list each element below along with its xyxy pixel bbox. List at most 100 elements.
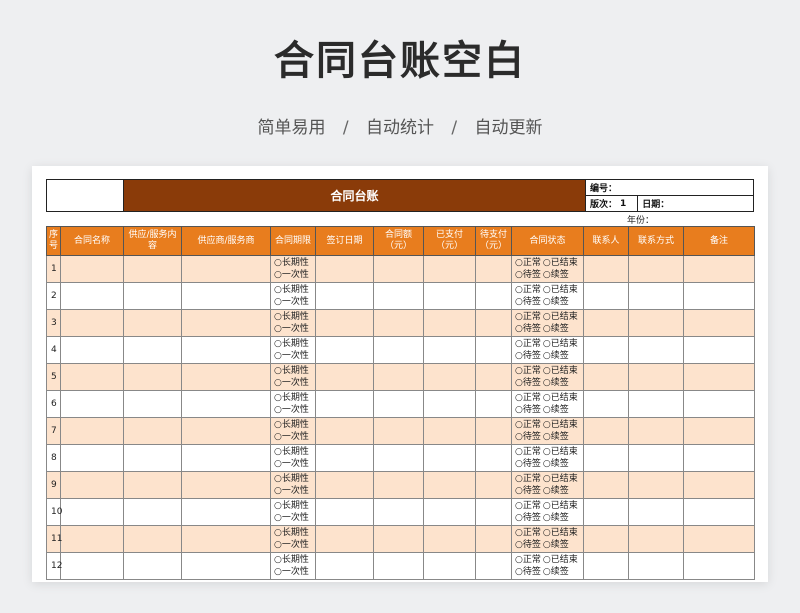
status-option[interactable]: ○待签 xyxy=(515,297,541,307)
status-option[interactable]: ○已结束 xyxy=(543,366,578,376)
status-option[interactable]: ○续签 xyxy=(543,459,569,469)
term-options-cell[interactable]: ○长期性 ○一次性 xyxy=(270,336,316,364)
data-cell[interactable] xyxy=(475,417,512,445)
status-option[interactable]: ○待签 xyxy=(515,405,541,415)
data-cell[interactable] xyxy=(181,525,271,553)
data-cell[interactable] xyxy=(181,552,271,580)
status-option[interactable]: ○正常 xyxy=(515,366,541,376)
data-cell[interactable] xyxy=(60,471,124,499)
status-option[interactable]: ○正常 xyxy=(515,447,541,457)
term-option[interactable]: ○长期性 xyxy=(274,446,313,458)
data-cell[interactable] xyxy=(60,309,124,337)
status-option[interactable]: ○待签 xyxy=(515,270,541,280)
term-option[interactable]: ○一次性 xyxy=(274,296,313,308)
status-option[interactable]: ○待签 xyxy=(515,540,541,550)
term-option[interactable]: ○长期性 xyxy=(274,284,313,296)
data-cell[interactable] xyxy=(373,552,424,580)
data-cell[interactable] xyxy=(423,282,476,310)
data-cell[interactable] xyxy=(583,336,629,364)
term-option[interactable]: ○一次性 xyxy=(274,404,313,416)
data-cell[interactable] xyxy=(123,417,182,445)
status-options-cell[interactable]: ○正常 ○已结束 ○待签 ○续签 xyxy=(511,390,584,418)
status-option[interactable]: ○正常 xyxy=(515,258,541,268)
data-cell[interactable] xyxy=(60,525,124,553)
status-option[interactable]: ○续签 xyxy=(543,486,569,496)
data-cell[interactable] xyxy=(123,336,182,364)
term-option[interactable]: ○长期性 xyxy=(274,500,313,512)
data-cell[interactable] xyxy=(315,255,374,283)
data-cell[interactable] xyxy=(423,336,476,364)
status-option[interactable]: ○续签 xyxy=(543,432,569,442)
status-option[interactable]: ○待签 xyxy=(515,486,541,496)
data-cell[interactable] xyxy=(475,390,512,418)
status-option[interactable]: ○续签 xyxy=(543,351,569,361)
term-option[interactable]: ○长期性 xyxy=(274,473,313,485)
term-option[interactable]: ○长期性 xyxy=(274,311,313,323)
data-cell[interactable] xyxy=(181,309,271,337)
data-cell[interactable] xyxy=(628,336,684,364)
data-cell[interactable] xyxy=(628,282,684,310)
data-cell[interactable] xyxy=(123,282,182,310)
term-options-cell[interactable]: ○长期性 ○一次性 xyxy=(270,309,316,337)
term-option[interactable]: ○长期性 xyxy=(274,365,313,377)
status-option[interactable]: ○正常 xyxy=(515,555,541,565)
term-option[interactable]: ○一次性 xyxy=(274,539,313,551)
status-option[interactable]: ○已结束 xyxy=(543,528,578,538)
data-cell[interactable] xyxy=(423,471,476,499)
data-cell[interactable] xyxy=(123,309,182,337)
data-cell[interactable] xyxy=(628,444,684,472)
term-option[interactable]: ○一次性 xyxy=(274,485,313,497)
status-option[interactable]: ○正常 xyxy=(515,420,541,430)
data-cell[interactable] xyxy=(123,525,182,553)
data-cell[interactable] xyxy=(315,471,374,499)
term-option[interactable]: ○长期性 xyxy=(274,338,313,350)
data-cell[interactable] xyxy=(583,363,629,391)
data-cell[interactable] xyxy=(423,417,476,445)
data-cell[interactable] xyxy=(60,336,124,364)
data-cell[interactable] xyxy=(628,309,684,337)
data-cell[interactable] xyxy=(628,417,684,445)
status-option[interactable]: ○待签 xyxy=(515,432,541,442)
data-cell[interactable] xyxy=(475,444,512,472)
data-cell[interactable] xyxy=(683,336,755,364)
data-cell[interactable] xyxy=(683,444,755,472)
data-cell[interactable] xyxy=(583,498,629,526)
status-option[interactable]: ○正常 xyxy=(515,474,541,484)
data-cell[interactable] xyxy=(583,552,629,580)
data-cell[interactable] xyxy=(373,282,424,310)
term-option[interactable]: ○一次性 xyxy=(274,323,313,335)
status-options-cell[interactable]: ○正常 ○已结束 ○待签 ○续签 xyxy=(511,525,584,553)
data-cell[interactable] xyxy=(123,552,182,580)
data-cell[interactable] xyxy=(181,444,271,472)
data-cell[interactable] xyxy=(315,390,374,418)
data-cell[interactable] xyxy=(475,255,512,283)
data-cell[interactable] xyxy=(475,471,512,499)
term-option[interactable]: ○一次性 xyxy=(274,269,313,281)
data-cell[interactable] xyxy=(423,552,476,580)
data-cell[interactable] xyxy=(683,282,755,310)
data-cell[interactable] xyxy=(315,309,374,337)
status-option[interactable]: ○续签 xyxy=(543,405,569,415)
data-cell[interactable] xyxy=(60,390,124,418)
status-options-cell[interactable]: ○正常 ○已结束 ○待签 ○续签 xyxy=(511,417,584,445)
data-cell[interactable] xyxy=(123,444,182,472)
data-cell[interactable] xyxy=(475,363,512,391)
data-cell[interactable] xyxy=(373,390,424,418)
term-option[interactable]: ○一次性 xyxy=(274,377,313,389)
data-cell[interactable] xyxy=(583,417,629,445)
status-options-cell[interactable]: ○正常 ○已结束 ○待签 ○续签 xyxy=(511,444,584,472)
status-option[interactable]: ○正常 xyxy=(515,528,541,538)
data-cell[interactable] xyxy=(315,525,374,553)
data-cell[interactable] xyxy=(423,444,476,472)
data-cell[interactable] xyxy=(123,363,182,391)
data-cell[interactable] xyxy=(475,552,512,580)
data-cell[interactable] xyxy=(60,552,124,580)
term-option[interactable]: ○一次性 xyxy=(274,458,313,470)
term-options-cell[interactable]: ○长期性 ○一次性 xyxy=(270,552,316,580)
term-options-cell[interactable]: ○长期性 ○一次性 xyxy=(270,282,316,310)
data-cell[interactable] xyxy=(475,309,512,337)
data-cell[interactable] xyxy=(60,498,124,526)
term-options-cell[interactable]: ○长期性 ○一次性 xyxy=(270,471,316,499)
status-option[interactable]: ○已结束 xyxy=(543,420,578,430)
data-cell[interactable] xyxy=(583,309,629,337)
